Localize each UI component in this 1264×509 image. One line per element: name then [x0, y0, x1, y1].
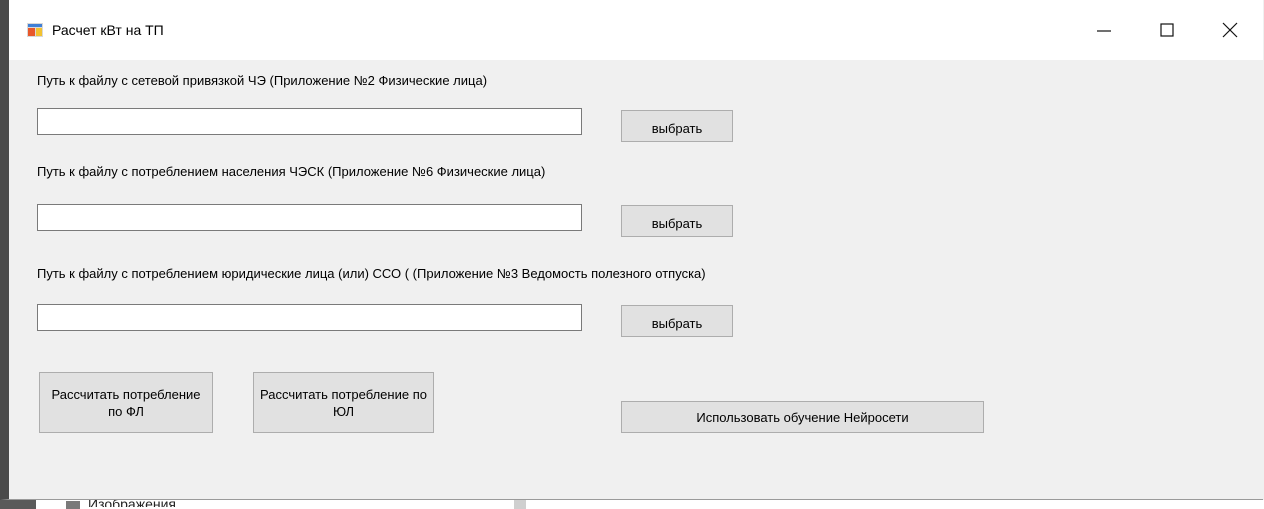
- close-icon: [1222, 22, 1238, 38]
- close-button[interactable]: [1210, 12, 1250, 48]
- title-bar: Расчет кВт на ТП: [9, 0, 1263, 60]
- legal-file-browse-button[interactable]: выбрать: [621, 305, 733, 337]
- minimize-button[interactable]: [1084, 12, 1124, 48]
- window-title: Расчет кВт на ТП: [52, 22, 164, 38]
- background-left-edge: [0, 500, 36, 509]
- app-window: Расчет кВт на ТП Путь к файлу с сетевой …: [0, 0, 1263, 500]
- app-icon: [27, 23, 43, 37]
- network-file-input[interactable]: [37, 108, 582, 135]
- folder-icon: [66, 501, 80, 509]
- background-window: Изображения: [0, 498, 1264, 509]
- network-file-label: Путь к файлу с сетевой привязкой ЧЭ (При…: [37, 73, 488, 88]
- maximize-button[interactable]: [1147, 12, 1187, 48]
- network-file-browse-button[interactable]: выбрать: [621, 110, 733, 142]
- population-file-browse-button[interactable]: выбрать: [621, 205, 733, 237]
- neural-training-button[interactable]: Использовать обучение Нейросети: [621, 401, 984, 433]
- legal-file-label: Путь к файлу с потреблением юридические …: [37, 266, 706, 281]
- population-file-input[interactable]: [37, 204, 582, 231]
- maximize-icon: [1160, 23, 1174, 37]
- population-file-label: Путь к файлу с потреблением населения ЧЭ…: [37, 164, 546, 179]
- calc-fl-button[interactable]: Рассчитать потребление по ФЛ: [39, 372, 213, 433]
- legal-file-input[interactable]: [37, 304, 582, 331]
- background-splitter: [514, 500, 526, 509]
- calc-ul-button[interactable]: Рассчитать потребление по ЮЛ: [253, 372, 434, 433]
- minimize-icon: [1097, 30, 1111, 32]
